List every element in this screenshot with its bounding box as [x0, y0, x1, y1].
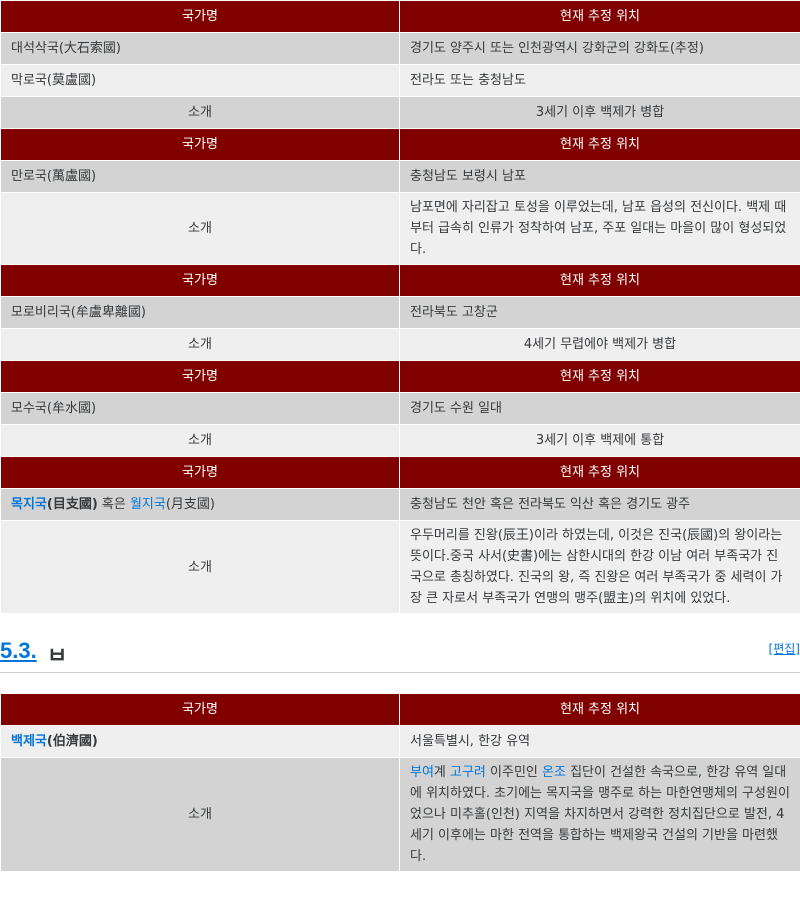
- table-row: 소개 부여계 고구려 이주민인 온조 집단이 건설한 속국으로, 한강 유역 일…: [0, 757, 800, 872]
- country-location: 서울특별시, 한강 유역: [399, 725, 800, 758]
- baekje-link[interactable]: 백제국: [11, 734, 47, 749]
- table-row: 소개 4세기 무렵에야 백제가 병합: [0, 328, 800, 361]
- wolji-hanja: (月支國): [165, 497, 216, 512]
- table-row: 막로국(莫盧國) 전라도 또는 충청남도: [0, 64, 800, 97]
- table-row: 대석삭국(大石索國) 경기도 양주시 또는 인천광역시 강화군의 강화도(추정): [0, 32, 800, 65]
- country-location: 경기도 수원 일대: [399, 392, 800, 425]
- table-row: 만로국(萬盧國) 충청남도 보령시 남포: [0, 160, 800, 193]
- intro-label: 소개: [0, 424, 400, 457]
- country-intro: 부여계 고구려 이주민인 온조 집단이 건설한 속국으로, 한강 유역 일대에 …: [399, 757, 800, 872]
- intro-label: 소개: [0, 520, 400, 614]
- country-name: 목지국(目支國) 혹은 월지국(月支國): [0, 488, 400, 521]
- header-current-location: 현재 추정 위치: [399, 128, 800, 161]
- country-location: 전라북도 고창군: [399, 296, 800, 329]
- table-header-row: 국가명 현재 추정 위치: [0, 0, 800, 33]
- table-row: 백제국(伯濟國) 서울특별시, 한강 유역: [0, 725, 800, 758]
- country-name: 백제국(伯濟國): [0, 725, 400, 758]
- goguryeo-link[interactable]: 고구려: [450, 765, 486, 780]
- header-current-location: 현재 추정 위치: [399, 360, 800, 393]
- buyeo-link[interactable]: 부여: [410, 765, 434, 780]
- table-row: 목지국(目支國) 혹은 월지국(月支國) 충청남도 천안 혹은 전라북도 익산 …: [0, 488, 800, 521]
- table-header-row: 국가명 현재 추정 위치: [0, 264, 800, 297]
- onjo-link[interactable]: 온조: [542, 765, 566, 780]
- country-name: 대석삭국(大石索國): [0, 32, 400, 65]
- baekje-hanja: (伯濟國): [46, 734, 98, 749]
- country-location: 경기도 양주시 또는 인천광역시 강화군의 강화도(추정): [399, 32, 800, 65]
- intro-label: 소개: [0, 192, 400, 265]
- table-row: 모수국(牟水國) 경기도 수원 일대: [0, 392, 800, 425]
- intro-text: 계: [433, 765, 451, 780]
- header-country-name: 국가명: [0, 264, 400, 297]
- edit-link[interactable]: [편집]: [769, 640, 800, 657]
- section-number-link[interactable]: 5.3.: [0, 638, 37, 664]
- name-separator: 혹은: [97, 497, 130, 512]
- table-row: 소개 우두머리를 진왕(辰王)이라 하였는데, 이것은 진국(辰國)의 왕이라는…: [0, 520, 800, 614]
- table-header-row: 국가명 현재 추정 위치: [0, 128, 800, 161]
- header-country-name: 국가명: [0, 456, 400, 489]
- intro-label: 소개: [0, 757, 400, 872]
- header-country-name: 국가명: [0, 128, 400, 161]
- country-intro: 3세기 이후 백제가 병합: [399, 96, 800, 129]
- table-row: 모로비리국(牟盧卑離國) 전라북도 고창군: [0, 296, 800, 329]
- country-name: 막로국(莫盧國): [0, 64, 400, 97]
- country-location: 전라도 또는 충청남도: [399, 64, 800, 97]
- section-divider: [0, 672, 800, 673]
- mokji-hanja: (目支國): [46, 497, 98, 512]
- table-header-row: 국가명 현재 추정 위치: [0, 360, 800, 393]
- table-header-row: 국가명 현재 추정 위치: [0, 693, 800, 726]
- header-current-location: 현재 추정 위치: [399, 0, 800, 33]
- country-name: 만로국(萬盧國): [0, 160, 400, 193]
- table-header-row: 국가명 현재 추정 위치: [0, 456, 800, 489]
- header-current-location: 현재 추정 위치: [399, 693, 800, 726]
- country-name: 모수국(牟水國): [0, 392, 400, 425]
- table-row: 소개 남포면에 자리잡고 토성을 이루었는데, 남포 읍성의 전신이다. 백제 …: [0, 192, 800, 265]
- header-country-name: 국가명: [0, 693, 400, 726]
- intro-text: 이주민인: [485, 765, 543, 780]
- intro-label: 소개: [0, 328, 400, 361]
- header-current-location: 현재 추정 위치: [399, 456, 800, 489]
- table-row: 소개 3세기 이후 백제에 통합: [0, 424, 800, 457]
- section-heading: 5.3. ㅂ [편집]: [0, 614, 800, 693]
- header-country-name: 국가명: [0, 0, 400, 33]
- country-intro: 4세기 무렵에야 백제가 병합: [399, 328, 800, 361]
- country-table-1: 국가명 현재 추정 위치 대석삭국(大石索國) 경기도 양주시 또는 인천광역시…: [0, 0, 800, 614]
- header-country-name: 국가명: [0, 360, 400, 393]
- table-row: 소개 3세기 이후 백제가 병합: [0, 96, 800, 129]
- section-title: ㅂ: [47, 643, 68, 668]
- country-location: 충청남도 천안 혹은 전라북도 익산 혹은 경기도 광주: [399, 488, 800, 521]
- country-location: 충청남도 보령시 남포: [399, 160, 800, 193]
- mokji-link[interactable]: 목지국: [11, 497, 47, 512]
- country-intro: 남포면에 자리잡고 토성을 이루었는데, 남포 읍성의 전신이다. 백제 때부터…: [399, 192, 800, 265]
- country-intro: 우두머리를 진왕(辰王)이라 하였는데, 이것은 진국(辰國)의 왕이라는 뜻이…: [399, 520, 800, 614]
- intro-label: 소개: [0, 96, 400, 129]
- wolji-link[interactable]: 월지국: [130, 497, 166, 512]
- country-intro: 3세기 이후 백제에 통합: [399, 424, 800, 457]
- country-table-2: 국가명 현재 추정 위치 백제국(伯濟國) 서울특별시, 한강 유역 소개 부여…: [0, 693, 800, 872]
- country-name: 모로비리국(牟盧卑離國): [0, 296, 400, 329]
- header-current-location: 현재 추정 위치: [399, 264, 800, 297]
